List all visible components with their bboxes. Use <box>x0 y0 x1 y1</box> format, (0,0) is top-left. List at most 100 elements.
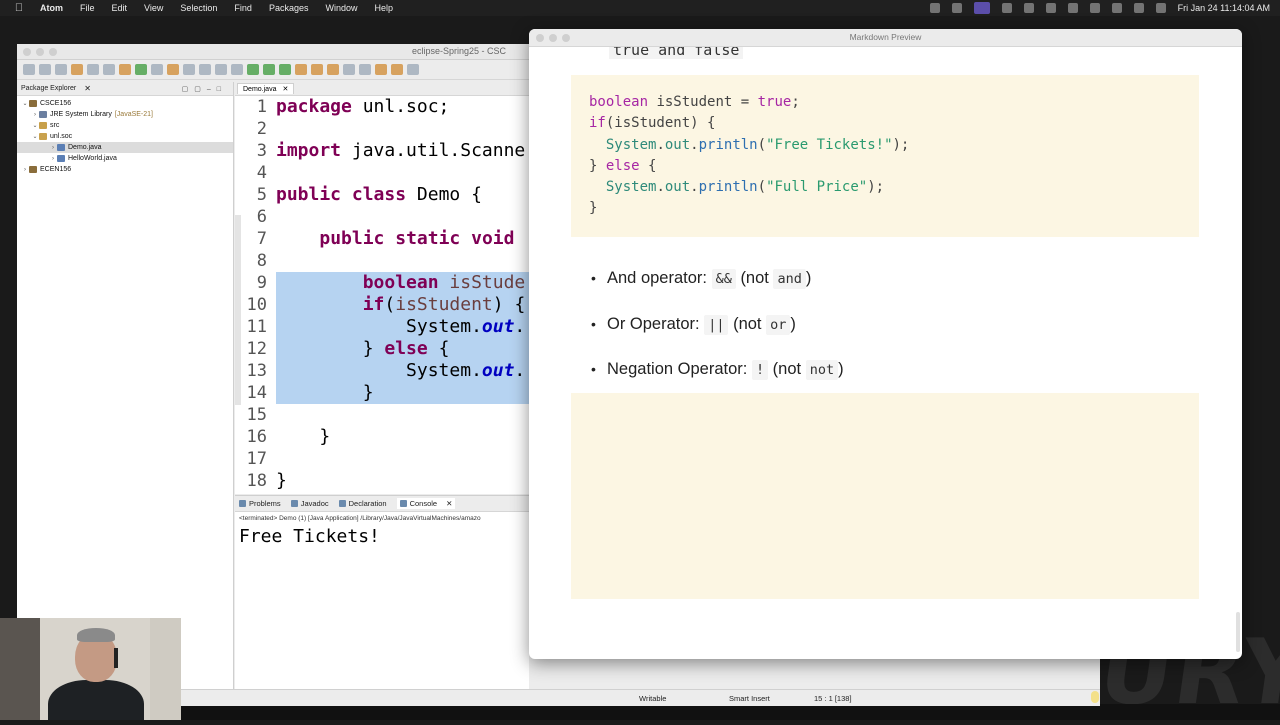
tree-item[interactable]: › ECEN156 <box>17 164 233 175</box>
tree-item[interactable]: › HelloWorld.java <box>17 153 233 164</box>
code-line[interactable]: 11 System.out. <box>235 316 529 338</box>
menubar-clock[interactable]: Fri Jan 24 11:14:04 AM <box>1178 3 1270 13</box>
code-line[interactable]: 6 <box>235 206 529 228</box>
tree-item[interactable]: › JRE System Library [JavaSE-21] <box>17 109 233 120</box>
code-line[interactable]: 17 <box>235 448 529 470</box>
code-block[interactable]: boolean isStudent = true; if(isStudent) … <box>571 75 1199 237</box>
apple-icon[interactable]:  <box>12 1 26 15</box>
menu-window[interactable]: Window <box>325 3 357 13</box>
build-icon[interactable] <box>119 64 131 75</box>
tree-item[interactable]: ⌄ CSCE156 <box>17 98 233 109</box>
tree-item[interactable]: ⌄ unl.soc <box>17 131 233 142</box>
control-center-icon[interactable] <box>1155 3 1166 13</box>
menu-packages[interactable]: Packages <box>269 3 309 13</box>
empty-code-block[interactable] <box>571 393 1199 599</box>
undo-icon[interactable] <box>71 64 83 75</box>
run-icon[interactable] <box>247 64 259 75</box>
close-icon[interactable]: ✕ <box>282 85 288 93</box>
status-icon[interactable] <box>1001 3 1012 13</box>
code-editor[interactable]: Demo.java ✕ 1 package unl.soc; 2 3 import ja… <box>235 82 529 494</box>
code-line[interactable]: 15 <box>235 404 529 426</box>
save-icon[interactable] <box>39 64 51 75</box>
terminal-icon[interactable] <box>87 64 99 75</box>
code-line[interactable]: 8 <box>235 250 529 272</box>
search-icon[interactable] <box>327 64 339 75</box>
block-select-icon[interactable] <box>199 64 211 75</box>
chevron-right-icon[interactable]: › <box>49 145 57 151</box>
next-annotation-icon[interactable] <box>343 64 355 75</box>
markdown-content[interactable]: true and false boolean isStudent = true;… <box>529 47 1242 659</box>
tab-console[interactable]: Console ✕ <box>396 498 456 509</box>
tree-item[interactable]: ⌄ src <box>17 120 233 131</box>
scrollbar[interactable] <box>1236 612 1240 652</box>
code-line[interactable]: 12 } else { <box>235 338 529 360</box>
code-area[interactable]: 1 package unl.soc; 2 3 import java.util.Scan… <box>235 96 529 492</box>
screen-record-icon[interactable] <box>973 2 990 14</box>
status-icon[interactable] <box>1023 3 1034 13</box>
minimize-window-button[interactable] <box>36 48 44 56</box>
prev-annotation-icon[interactable] <box>359 64 371 75</box>
tab-demo-java[interactable]: Demo.java ✕ <box>237 83 295 94</box>
menu-help[interactable]: Help <box>374 3 393 13</box>
coverage-icon[interactable] <box>279 64 291 75</box>
status-icon[interactable] <box>929 3 940 13</box>
time-machine-icon[interactable] <box>1111 3 1122 13</box>
chevron-right-icon[interactable]: › <box>31 112 39 118</box>
code-line[interactable]: 2 <box>235 118 529 140</box>
chevron-down-icon[interactable]: ⌄ <box>31 122 39 129</box>
code-line[interactable]: 7 public static void <box>235 228 529 250</box>
code-line[interactable]: 10 if(isStudent) { <box>235 294 529 316</box>
debug-icon[interactable] <box>263 64 275 75</box>
wifi-icon[interactable] <box>1089 3 1100 13</box>
code-line[interactable]: 5 public class Demo { <box>235 184 529 206</box>
open-type-icon[interactable] <box>311 64 323 75</box>
chevron-down-icon[interactable]: ⌄ <box>21 100 29 107</box>
code-line[interactable]: 4 <box>235 162 529 184</box>
console-output[interactable]: Free Tickets! <box>235 522 529 551</box>
code-line[interactable]: 18} <box>235 470 529 492</box>
status-icon[interactable] <box>951 3 962 13</box>
forward-icon[interactable] <box>391 64 403 75</box>
pin-icon[interactable] <box>407 64 419 75</box>
status-icon[interactable] <box>1067 3 1078 13</box>
save-all-icon[interactable] <box>55 64 67 75</box>
paragraph-icon[interactable] <box>215 64 227 75</box>
menu-file[interactable]: File <box>80 3 95 13</box>
tab-javadoc[interactable]: Javadoc <box>290 499 329 508</box>
close-window-button[interactable] <box>23 48 31 56</box>
gear-icon[interactable] <box>231 64 243 75</box>
menu-edit[interactable]: Edit <box>112 3 128 13</box>
tab-package-explorer[interactable]: Package Explorer ✕ <box>21 84 91 93</box>
code-line[interactable]: 1 package unl.soc; <box>235 96 529 118</box>
code-line[interactable]: 14 } <box>235 382 529 404</box>
view-menu-icon[interactable]: ▢▢–□ <box>182 85 227 93</box>
close-icon[interactable]: ✕ <box>446 499 452 508</box>
skip-breakpoints-icon[interactable] <box>103 64 115 75</box>
tab-problems[interactable]: Problems <box>239 499 281 508</box>
chevron-right-icon[interactable]: › <box>49 156 57 162</box>
status-icon[interactable] <box>1045 3 1056 13</box>
menu-view[interactable]: View <box>144 3 163 13</box>
show-whitespace-icon[interactable] <box>183 64 195 75</box>
chevron-down-icon[interactable]: ⌄ <box>31 133 39 140</box>
zoom-window-button[interactable] <box>49 48 57 56</box>
menu-app[interactable]: Atom <box>40 3 63 13</box>
code-line[interactable]: 13 System.out. <box>235 360 529 382</box>
menu-find[interactable]: Find <box>234 3 252 13</box>
new-icon[interactable] <box>23 64 35 75</box>
refresh-icon[interactable] <box>135 64 147 75</box>
close-icon[interactable]: ✕ <box>84 84 91 93</box>
code-line[interactable]: 3 import java.util.Scanne <box>235 140 529 162</box>
code-line[interactable]: 9 boolean isStude <box>235 272 529 294</box>
pen-icon[interactable] <box>167 64 179 75</box>
toggle-mark-icon[interactable] <box>151 64 163 75</box>
back-icon[interactable] <box>375 64 387 75</box>
chevron-right-icon[interactable]: › <box>21 167 29 173</box>
search-icon[interactable] <box>1133 3 1144 13</box>
tree-item[interactable]: › Demo.java <box>17 142 233 153</box>
tab-declaration[interactable]: Declaration <box>338 499 387 508</box>
new-java-class-icon[interactable] <box>295 64 307 75</box>
code-line[interactable]: 16 } <box>235 426 529 448</box>
menu-selection[interactable]: Selection <box>180 3 217 13</box>
lightbulb-icon[interactable] <box>1091 691 1099 703</box>
